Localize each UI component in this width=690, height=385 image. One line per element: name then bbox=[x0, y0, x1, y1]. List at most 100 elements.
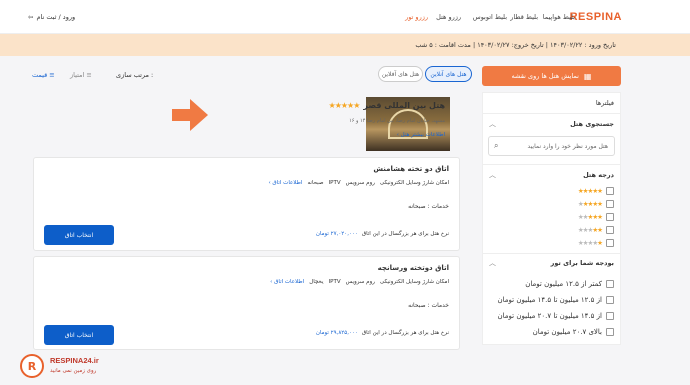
star-filter-option[interactable]: ★★★★★ bbox=[554, 236, 614, 249]
filters-title: فیلترها bbox=[595, 99, 614, 107]
logo[interactable]: RESPINA bbox=[570, 11, 622, 23]
search-title: جستجوی هتل bbox=[570, 120, 614, 128]
search-placeholder: هتل مورد نظر خود را وارد نمایید bbox=[527, 143, 608, 150]
sort-by-price[interactable]: قیمت ≡ bbox=[32, 71, 55, 79]
amenity: امکان شارژ وسایل الکترونیکی bbox=[379, 279, 449, 285]
map-button-label: نمایش هتل ها روی نقشه bbox=[511, 72, 579, 80]
star-rating-icon: ★★★★★ bbox=[577, 199, 603, 208]
budget-option[interactable]: کمتر از ۱۲.۵ میلیون تومان bbox=[484, 276, 614, 292]
room-services: خدمات : صبحانه bbox=[408, 302, 449, 309]
sort-price-label: قیمت bbox=[32, 71, 48, 79]
hotel-address: مشهد، خیابان امام رضا، بین امام رضا ۱۴ و… bbox=[349, 118, 445, 124]
nav-flight[interactable]: بلیط هواپیما bbox=[543, 13, 575, 21]
checkbox[interactable] bbox=[606, 328, 614, 336]
amenity: روم سرویس bbox=[345, 279, 375, 285]
select-room-button[interactable]: انتخاب اتاق bbox=[44, 225, 114, 245]
tab-online-hotels[interactable]: هتل های آنلاین bbox=[425, 66, 472, 82]
search-icon: ⌕ bbox=[494, 141, 499, 150]
divider bbox=[483, 113, 620, 114]
budget-option-label: کمتر از ۱۲.۵ میلیون تومان bbox=[525, 280, 602, 288]
budget-option[interactable]: از ۱۴.۵ میلیون تا ۲۰.۷ میلیون تومان bbox=[484, 308, 614, 324]
login-icon: ⇦ bbox=[28, 13, 34, 21]
login-link[interactable]: ⇦ ورود / ثبت نام bbox=[28, 13, 75, 21]
budget-option-label: از ۱۲.۵ میلیون تا ۱۴.۵ میلیون تومان bbox=[497, 296, 603, 304]
date-range-text: تاریخ ورود : ۱۴۰۳/۰۲/۲۲ | تاریخ خروج: ۱۴… bbox=[415, 41, 616, 49]
stars-title: درجه هتل bbox=[583, 171, 614, 179]
room-price-row: نرخ هتل برای هر بزرگسال در این اتاق ۲۷,۰… bbox=[316, 231, 449, 237]
sort-icon: ≡ bbox=[49, 71, 55, 79]
amenity: امکان شارژ وسایل الکترونیکی bbox=[379, 180, 449, 186]
star-rating-icon: ★★★★★ bbox=[577, 186, 603, 195]
room-info-link[interactable]: اطلاعات اتاق › bbox=[270, 279, 304, 285]
checkbox[interactable] bbox=[606, 225, 614, 234]
checkbox[interactable] bbox=[606, 280, 614, 288]
select-room-button[interactable]: انتخاب اتاق bbox=[44, 325, 114, 345]
divider bbox=[483, 253, 620, 254]
sort-rating-label: امتیاز bbox=[70, 71, 85, 79]
budget-option[interactable]: از ۱۲.۵ میلیون تا ۱۴.۵ میلیون تومان bbox=[484, 292, 614, 308]
chevron-up-icon[interactable]: ︿ bbox=[489, 119, 496, 129]
budget-list: کمتر از ۱۲.۵ میلیون تومان از ۱۲.۵ میلیون… bbox=[484, 276, 614, 340]
show-map-button[interactable]: نمایش هتل ها روی نقشه ▦ bbox=[482, 66, 621, 86]
checkbox[interactable] bbox=[606, 296, 614, 304]
checkbox[interactable] bbox=[606, 212, 614, 221]
nav-bus[interactable]: بلیط اتوبوس bbox=[473, 13, 507, 21]
hotel-name: هتل بین المللی قصر bbox=[363, 101, 445, 110]
star-filter-option[interactable]: ★★★★★ bbox=[554, 223, 614, 236]
room-info-label: اطلاعات اتاق bbox=[272, 180, 303, 186]
checkbox[interactable] bbox=[606, 312, 614, 320]
watermark-tagline: روی زمین نمی مانید bbox=[50, 368, 97, 374]
star-rating-icon: ★★★★★ bbox=[577, 225, 603, 234]
checkbox[interactable] bbox=[606, 199, 614, 208]
room-info-link[interactable]: اطلاعات اتاق › bbox=[268, 180, 302, 186]
date-banner: تاریخ ورود : ۱۴۰۳/۰۲/۲۲ | تاریخ خروج: ۱۴… bbox=[0, 34, 690, 56]
more-info-label: اطلاعات بیشتر هتل bbox=[400, 132, 445, 138]
sort-by-rating[interactable]: امتیاز ≡ bbox=[70, 71, 92, 79]
chevron-up-icon[interactable]: ︿ bbox=[489, 170, 496, 180]
watermark-logo-icon: R bbox=[20, 354, 44, 378]
star-filter-option[interactable]: ★★★★★ bbox=[554, 197, 614, 210]
nav-tour[interactable]: رزرو تور bbox=[405, 13, 428, 21]
watermark-brand: RESPINA24.ir bbox=[50, 356, 99, 365]
sort-label: مرتب سازی : bbox=[116, 71, 154, 79]
amenity: صبحانه bbox=[307, 180, 324, 186]
amenity: IPTV bbox=[328, 279, 341, 285]
room-card: اتاق دوتخته ورسانچه امکان شارژ وسایل الک… bbox=[33, 256, 460, 350]
room-amenities: امکان شارژ وسایل الکترونیکی روم سرویس IP… bbox=[268, 180, 449, 186]
room-services: خدمات : صبحانه bbox=[408, 203, 449, 210]
room-card: اتاق دو تخته هشامنش امکان شارژ وسایل الک… bbox=[33, 157, 460, 251]
budget-option[interactable]: بالای ۲۰.۷ میلیون تومان bbox=[484, 324, 614, 340]
room-info-label: اطلاعات اتاق bbox=[274, 279, 305, 285]
nav-train[interactable]: بلیط قطار bbox=[510, 13, 538, 21]
hotel-search-input[interactable]: هتل مورد نظر خود را وارد نمایید ⌕ bbox=[488, 136, 615, 156]
tab-offline-hotels[interactable]: هتل های آفلاین bbox=[378, 66, 423, 82]
nav-hotel[interactable]: رزرو هتل bbox=[436, 13, 461, 21]
divider bbox=[483, 164, 620, 165]
budget-title: بودجه شما برای تور bbox=[550, 259, 614, 267]
star-filter-list: ★★★★★ ★★★★★ ★★★★★ ★★★★★ ★★★★★ bbox=[554, 184, 614, 249]
arrow-pointer-icon bbox=[172, 97, 210, 133]
room-title: اتاق دوتخته ورسانچه bbox=[377, 264, 449, 272]
star-rating-icon: ★★★★★ bbox=[577, 238, 603, 247]
checkbox[interactable] bbox=[606, 238, 614, 247]
star-filter-option[interactable]: ★★★★★ bbox=[554, 210, 614, 223]
hotel-more-info-link[interactable]: اطلاعات بیشتر هتل › bbox=[275, 132, 445, 138]
price-label: نرخ هتل برای هر بزرگسال در این اتاق bbox=[361, 231, 449, 237]
room-price: ۲۷,۰۲۰,۰۰۰ تومان bbox=[315, 231, 358, 237]
star-filter-option[interactable]: ★★★★★ bbox=[554, 184, 614, 197]
filters-sidebar: فیلترها جستجوی هتل ︿ هتل مورد نظر خود را… bbox=[482, 92, 621, 345]
budget-option-label: از ۱۴.۵ میلیون تا ۲۰.۷ میلیون تومان bbox=[497, 312, 603, 320]
chevron-up-icon[interactable]: ︿ bbox=[489, 258, 496, 268]
price-label: نرخ هتل برای هر بزرگسال در این اتاق bbox=[361, 330, 449, 336]
room-amenities: امکان شارژ وسایل الکترونیکی روم سرویس IP… bbox=[270, 279, 449, 285]
amenity: یخچال bbox=[309, 279, 324, 285]
sort-toolbar: هتل های آنلاین هتل های آفلاین مرتب سازی … bbox=[28, 66, 475, 86]
hotel-info: هتل بین المللی قصر ★★★★★ مشهد، خیابان ام… bbox=[275, 101, 445, 138]
login-label: ورود / ثبت نام bbox=[36, 13, 76, 21]
star-rating-icon: ★★★★★ bbox=[577, 212, 603, 221]
map-icon: ▦ bbox=[583, 71, 592, 81]
hotel-stars: ★★★★★ bbox=[328, 101, 361, 110]
checkbox[interactable] bbox=[606, 186, 614, 195]
watermark: R RESPINA24.ir روی زمین نمی مانید bbox=[14, 354, 134, 380]
room-title: اتاق دو تخته هشامنش bbox=[373, 165, 449, 173]
